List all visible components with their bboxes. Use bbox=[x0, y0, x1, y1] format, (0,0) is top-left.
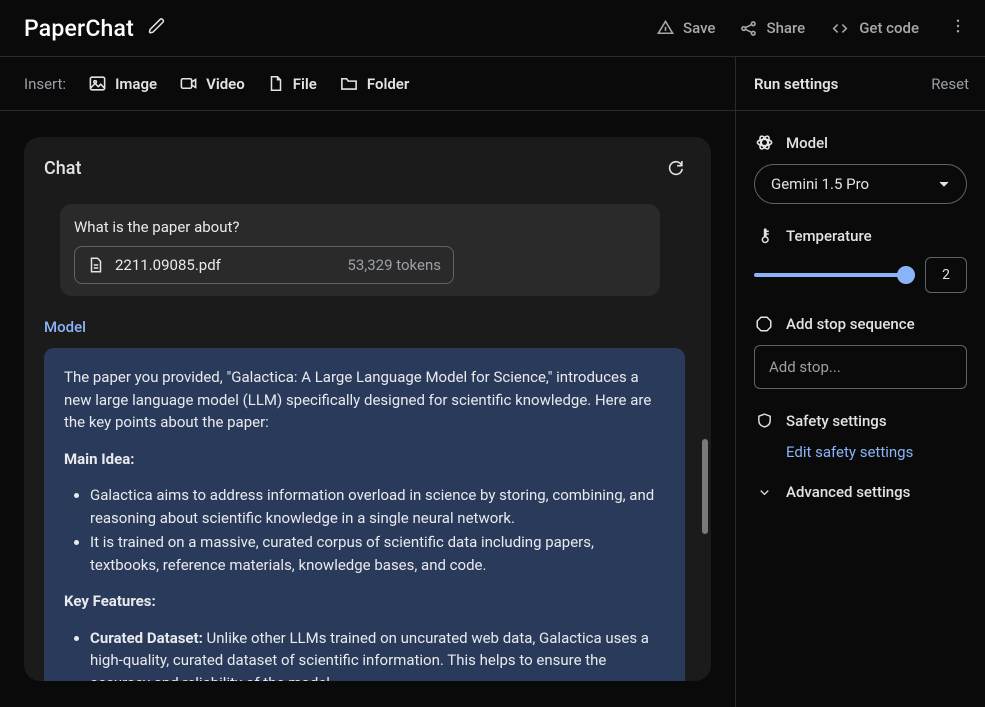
model-section: Model Gemini 1.5 Pro bbox=[754, 133, 967, 204]
advanced-settings-toggle[interactable]: Advanced settings bbox=[754, 483, 967, 501]
edit-title-icon[interactable] bbox=[148, 17, 166, 39]
scrollbar-thumb[interactable] bbox=[702, 439, 708, 534]
video-icon bbox=[179, 74, 198, 93]
model-response[interactable]: The paper you provided, "Galactica: A La… bbox=[44, 348, 685, 681]
advanced-label: Advanced settings bbox=[786, 483, 910, 501]
save-button[interactable]: Save bbox=[656, 19, 715, 38]
share-icon bbox=[739, 19, 758, 38]
temperature-label: Temperature bbox=[786, 227, 872, 245]
insert-video-button[interactable]: Video bbox=[179, 74, 245, 93]
chevron-down-icon bbox=[754, 485, 774, 500]
run-settings-title: Run settings bbox=[754, 75, 838, 93]
list-item: Curated Dataset: Unlike other LLMs train… bbox=[90, 627, 665, 682]
folder-icon bbox=[339, 74, 359, 93]
sub-bar: Insert: Image Video File Folder Run sett… bbox=[0, 57, 985, 111]
top-bar-right: Save Share Get code bbox=[656, 11, 973, 45]
file-attachment[interactable]: 2211.09085.pdf 53,329 tokens bbox=[74, 246, 454, 284]
settings-header: Run settings Reset bbox=[735, 57, 985, 110]
main-idea-list: Galactica aims to address information ov… bbox=[64, 484, 665, 576]
model-label: Model bbox=[786, 134, 828, 152]
main-idea-heading: Main Idea: bbox=[64, 450, 134, 468]
safety-label: Safety settings bbox=[786, 412, 887, 430]
stop-sequence-label: Add stop sequence bbox=[786, 315, 915, 333]
reset-button[interactable]: Reset bbox=[931, 75, 969, 93]
user-message[interactable]: What is the paper about? 2211.09085.pdf … bbox=[60, 204, 660, 296]
chat-card: Chat What is the paper about? 2211.09085… bbox=[24, 137, 711, 681]
token-count: 53,329 tokens bbox=[347, 256, 441, 274]
app-title: PaperChat bbox=[24, 15, 134, 42]
key-features-list: Curated Dataset: Unlike other LLMs train… bbox=[64, 627, 665, 682]
file-icon bbox=[267, 74, 285, 93]
document-icon bbox=[87, 256, 105, 274]
stop-sequence-section: Add stop sequence Add stop... bbox=[754, 315, 967, 389]
insert-bar: Insert: Image Video File Folder bbox=[0, 74, 409, 93]
temperature-slider[interactable] bbox=[754, 273, 915, 277]
thermometer-icon bbox=[754, 226, 774, 245]
refresh-button[interactable] bbox=[666, 157, 685, 180]
chevron-down-icon bbox=[938, 178, 950, 190]
more-menu-icon[interactable] bbox=[943, 11, 973, 45]
refresh-icon bbox=[666, 157, 685, 176]
atom-icon bbox=[754, 133, 774, 152]
temperature-value[interactable]: 2 bbox=[925, 257, 967, 293]
key-features-heading: Key Features: bbox=[64, 592, 156, 610]
hexagon-icon bbox=[754, 315, 774, 333]
user-message-text: What is the paper about? bbox=[74, 218, 646, 236]
shield-icon bbox=[754, 411, 774, 430]
chat-area: Chat What is the paper about? 2211.09085… bbox=[0, 111, 735, 707]
settings-sidebar: Model Gemini 1.5 Pro Temperature 2 bbox=[735, 111, 985, 707]
image-icon bbox=[88, 74, 107, 93]
stop-sequence-input[interactable]: Add stop... bbox=[754, 345, 967, 389]
insert-file-button[interactable]: File bbox=[267, 74, 317, 93]
safety-section: Safety settings Edit safety settings bbox=[754, 411, 967, 461]
main-area: Chat What is the paper about? 2211.09085… bbox=[0, 111, 985, 707]
slider-thumb[interactable] bbox=[897, 266, 915, 284]
model-tag[interactable]: Model bbox=[44, 318, 86, 336]
temperature-section: Temperature 2 bbox=[754, 226, 967, 293]
list-item: It is trained on a massive, curated corp… bbox=[90, 531, 665, 576]
response-intro: The paper you provided, "Galactica: A La… bbox=[64, 366, 665, 434]
insert-image-button[interactable]: Image bbox=[88, 74, 157, 93]
chat-header: Chat bbox=[24, 157, 711, 192]
model-select[interactable]: Gemini 1.5 Pro bbox=[754, 164, 967, 204]
insert-label: Insert: bbox=[24, 75, 66, 93]
insert-folder-button[interactable]: Folder bbox=[339, 74, 409, 93]
share-button[interactable]: Share bbox=[739, 19, 805, 38]
chat-title: Chat bbox=[44, 158, 81, 179]
cloud-save-icon bbox=[656, 19, 675, 38]
model-value: Gemini 1.5 Pro bbox=[771, 175, 869, 193]
list-item: Galactica aims to address information ov… bbox=[90, 484, 665, 529]
code-icon bbox=[829, 19, 851, 38]
top-bar: PaperChat Save Share Get code bbox=[0, 0, 985, 57]
edit-safety-link[interactable]: Edit safety settings bbox=[786, 443, 913, 461]
file-name: 2211.09085.pdf bbox=[115, 256, 221, 274]
top-bar-left: PaperChat bbox=[24, 15, 166, 42]
get-code-button[interactable]: Get code bbox=[829, 19, 919, 38]
